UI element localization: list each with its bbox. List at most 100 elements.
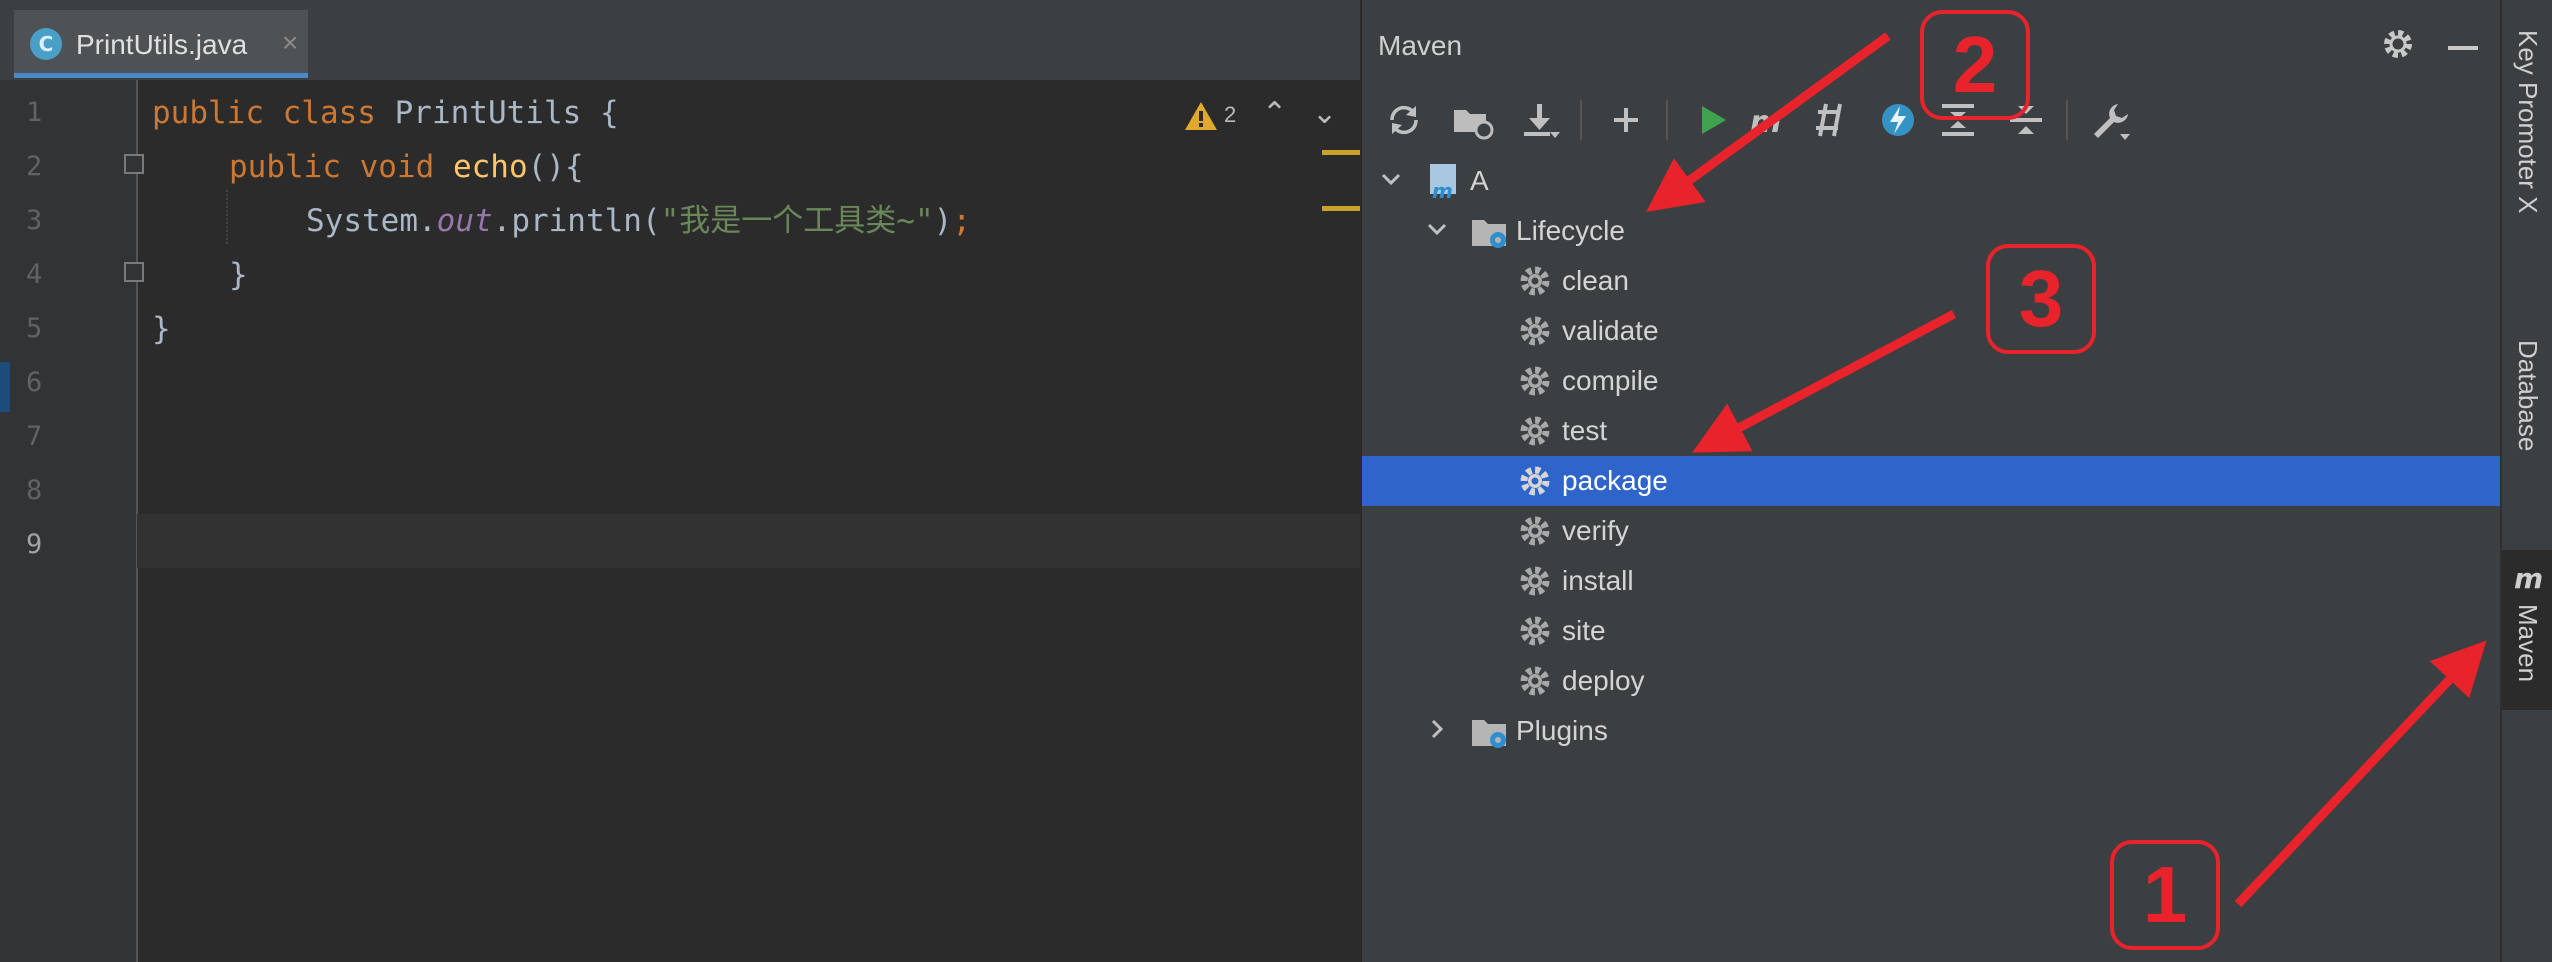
goal-gear-icon	[1520, 466, 1550, 496]
goal-gear-icon	[1520, 366, 1550, 396]
editor-tab-bar: C PrintUtils.java ×	[0, 0, 1360, 80]
skip-tests-icon[interactable]	[1876, 98, 1920, 142]
code-line-4[interactable]: }	[229, 248, 248, 302]
tree-node-goal[interactable]: validate	[1362, 306, 2502, 356]
tree-label: validate	[1562, 315, 1659, 346]
code-line-3[interactable]: System.out.println("我是一个工具类~");	[306, 194, 971, 248]
java-class-icon: C	[30, 28, 62, 60]
tree-node-project[interactable]: m A	[1362, 156, 2502, 206]
run-icon[interactable]	[1690, 98, 1734, 142]
tree-label: compile	[1562, 365, 1659, 396]
previous-highlight-icon[interactable]: ⌃	[1262, 96, 1287, 131]
right-tool-strip: Key Promoter X Database Maven m	[2500, 0, 2552, 962]
tree-label: deploy	[1562, 665, 1645, 696]
line-number: 2	[26, 151, 43, 182]
annotation-badge-1: 1	[2110, 840, 2220, 950]
annotation-badge-3: 3	[1986, 244, 2096, 354]
tree-node-goal[interactable]: compile	[1362, 356, 2502, 406]
tree-label: package	[1562, 465, 1668, 496]
line-number: 4	[26, 259, 43, 290]
line-number: 7	[26, 421, 43, 452]
tree-node-goal-selected[interactable]: package	[1362, 456, 2502, 506]
code-text: )	[933, 203, 953, 239]
tree-node-goal[interactable]: test	[1362, 406, 2502, 456]
goal-gear-icon	[1520, 316, 1550, 346]
code-editor[interactable]: C PrintUtils.java × 1 2 3 4 5 6 7 8 9 pu…	[0, 0, 1360, 962]
code-line-5[interactable]: }	[152, 302, 171, 356]
toolbar-separator	[1666, 100, 1668, 140]
error-stripe-marker[interactable]	[1322, 206, 1360, 211]
tree-node-plugins[interactable]: Plugins	[1362, 706, 2502, 756]
toolbar-separator	[1580, 100, 1582, 140]
toolbar-separator	[2066, 100, 2068, 140]
goal-gear-icon	[1520, 516, 1550, 546]
chevron-right-icon[interactable]	[1422, 714, 1452, 744]
download-icon[interactable]	[1518, 98, 1562, 142]
parens: (){	[527, 149, 584, 185]
keyword: public void	[229, 149, 453, 185]
tool-tab-database[interactable]: Database	[2502, 340, 2552, 520]
maven-icon: m	[2514, 562, 2543, 592]
goal-gear-icon	[1520, 616, 1550, 646]
tree-label: Plugins	[1516, 715, 1608, 746]
wrench-icon[interactable]	[2088, 98, 2132, 142]
maven-tool-window: Maven m m A Lifecycle clean validate com…	[1360, 0, 2502, 962]
keyword: public class	[152, 95, 395, 131]
goal-gear-icon	[1520, 266, 1550, 296]
tree-node-goal[interactable]: site	[1362, 606, 2502, 656]
tree-label: test	[1562, 415, 1608, 446]
warning-icon[interactable]	[1184, 100, 1218, 132]
line-number: 5	[26, 313, 43, 344]
chevron-down-icon[interactable]	[1376, 164, 1406, 194]
line-number-gutter: 1 2 3 4 5 6 7 8 9	[0, 80, 144, 962]
annotation-badge-2: 2	[1920, 10, 2030, 120]
tool-tab-key-promoter-x[interactable]: Key Promoter X	[2502, 30, 2552, 300]
svg-text:m: m	[1432, 179, 1453, 200]
svg-text:m: m	[2514, 562, 2543, 592]
line-number: 6	[26, 367, 43, 398]
plugins-folder-icon	[1472, 720, 1506, 748]
tree-label: verify	[1562, 515, 1629, 546]
reload-icon[interactable]	[1382, 98, 1426, 142]
warning-count: 2	[1224, 102, 1237, 127]
add-icon[interactable]	[1604, 98, 1648, 142]
goal-gear-icon	[1520, 416, 1550, 446]
tree-node-lifecycle[interactable]: Lifecycle	[1362, 206, 2502, 256]
goal-gear-icon	[1520, 566, 1550, 596]
tool-tab-label: Key Promoter X	[2513, 30, 2543, 214]
maven-title: Maven	[1378, 30, 1463, 61]
file-tab-printutils[interactable]: C PrintUtils.java ×	[14, 10, 308, 78]
fold-marker-icon[interactable]	[124, 154, 144, 174]
toggle-offline-icon[interactable]	[1808, 98, 1852, 142]
goal-gear-icon	[1520, 666, 1550, 696]
close-tab-icon[interactable]: ×	[282, 26, 298, 60]
tool-tab-label: Database	[2513, 340, 2543, 452]
tree-label: site	[1562, 615, 1606, 646]
gear-icon[interactable]	[2380, 26, 2416, 62]
brace: {	[599, 95, 619, 131]
tool-tab-maven[interactable]: Maven m	[2502, 550, 2552, 710]
next-highlight-icon[interactable]: ⌄	[1312, 96, 1337, 131]
execute-maven-goal-icon[interactable]: m	[1746, 98, 1790, 142]
tree-label: A	[1470, 165, 1489, 196]
maven-project-icon: m	[1430, 164, 1456, 200]
line-number-current: 9	[26, 529, 43, 560]
tree-node-goal[interactable]: deploy	[1362, 656, 2502, 706]
method-name: echo	[452, 149, 528, 185]
chevron-down-icon[interactable]	[1422, 214, 1452, 244]
code-text: System.	[306, 203, 437, 239]
error-stripe-marker[interactable]	[1322, 150, 1360, 155]
class-name: PrintUtils	[394, 95, 600, 131]
code-line-2[interactable]: public void echo(){	[229, 140, 584, 194]
tree-node-goal[interactable]: clean	[1362, 256, 2502, 306]
semicolon: ;	[952, 203, 971, 239]
minimize-icon[interactable]	[2448, 46, 2478, 50]
indent-guide	[226, 190, 230, 244]
tree-node-goal[interactable]: install	[1362, 556, 2502, 606]
tree-node-goal[interactable]: verify	[1362, 506, 2502, 556]
fold-marker-icon[interactable]	[124, 262, 144, 282]
string-literal: "我是一个工具类~"	[660, 203, 934, 239]
code-line-1[interactable]: public class PrintUtils {	[152, 86, 619, 140]
lifecycle-folder-icon	[1472, 220, 1506, 248]
generate-sources-icon[interactable]	[1450, 98, 1494, 142]
